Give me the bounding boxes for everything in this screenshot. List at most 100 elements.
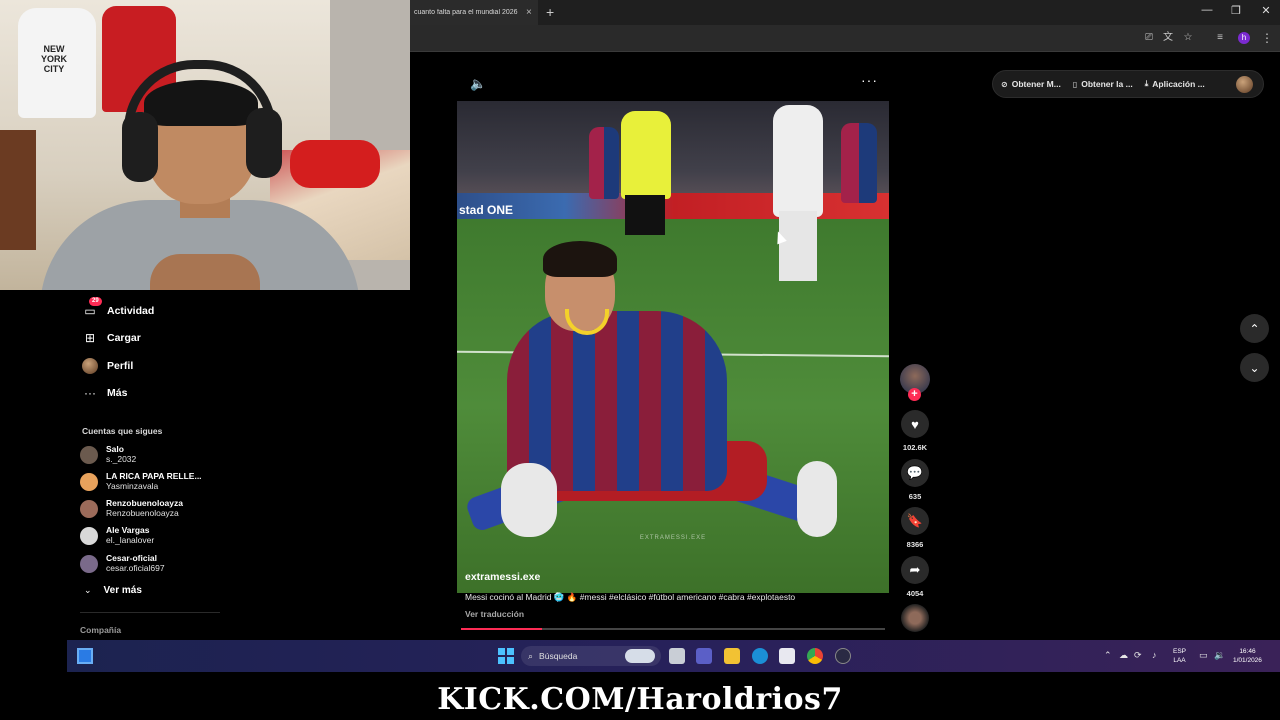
video-player[interactable]: stad ONE EXTRAMESSI.EXE extramessi.exe [457, 101, 889, 593]
user-avatar[interactable] [1236, 76, 1253, 93]
top-actions-bar: ⊘ Obtener M... ▯ Obtener la ... ⤓ Aplicació… [992, 70, 1264, 98]
lang-layout: LAA [1173, 657, 1186, 664]
get-coins-button[interactable]: ⊘ Obtener M... [1001, 79, 1061, 89]
weather-cloud-icon [625, 649, 655, 663]
following-account[interactable]: LA RICA PAPA RELLE... Yasminzavala [80, 471, 202, 492]
background-player [841, 123, 877, 203]
reading-list-icon[interactable]: ≡ [1214, 32, 1226, 44]
stream-banner: KICK.COM/Haroldrios7 [0, 672, 1280, 720]
referee [621, 111, 671, 199]
chevron-down-icon: ⌄ [84, 585, 92, 595]
sidebar-item-mas[interactable]: ··· Más [82, 383, 127, 403]
company-link[interactable]: Compañía [80, 625, 121, 635]
save-button[interactable]: 🔖 [901, 507, 929, 535]
windows-start-icon[interactable] [498, 648, 514, 664]
store-icon[interactable] [779, 648, 795, 664]
like-button[interactable]: ♥ [901, 410, 929, 438]
advertising-text: stad ONE [459, 203, 514, 217]
video-author[interactable]: extramessi.exe [465, 571, 540, 583]
download-icon: ⤓ [1144, 79, 1149, 88]
phone-icon: ▯ [1072, 79, 1078, 89]
pill-label: Obtener la ... [1081, 79, 1133, 89]
task-view-icon[interactable] [669, 648, 685, 664]
share-button[interactable]: ➦ [901, 556, 929, 584]
profile-avatar [82, 358, 98, 374]
previous-video-button[interactable]: ⌃ [1240, 314, 1269, 343]
following-account[interactable]: Salo s._2032 [80, 444, 136, 465]
desktop-app-button[interactable]: ⤓ Aplicación ... [1145, 79, 1205, 89]
upload-icon: ⊞ [84, 331, 96, 345]
cast-icon[interactable]: ⎚ [1143, 32, 1155, 44]
window-minimize-button[interactable]: — [1199, 4, 1215, 16]
edge-icon[interactable] [752, 648, 768, 664]
music-disc-icon[interactable] [901, 604, 929, 632]
sync-icon[interactable]: ⟳ [1134, 650, 1142, 661]
sidebar-item-cargar[interactable]: ⊞ Cargar [82, 328, 141, 348]
translate-icon[interactable]: 文 [1162, 32, 1174, 44]
more-options-icon[interactable]: ··· [861, 72, 878, 88]
bookmark-icon: 🔖 [906, 513, 924, 528]
video-progress-bar[interactable] [461, 628, 885, 630]
chrome-icon[interactable] [807, 648, 823, 664]
new-tab-button[interactable]: + [546, 4, 554, 20]
notification-badge: 29 [89, 297, 102, 306]
following-account[interactable]: Renzobuenoloayza Renzobuenoloayza [80, 498, 183, 519]
headphone-right [246, 108, 282, 178]
window-restore-button[interactable]: ❐ [1228, 4, 1244, 17]
sidebar-item-perfil[interactable]: Perfil [82, 356, 133, 376]
taskbar-clock[interactable]: 16:46 1/01/2026 [1233, 647, 1262, 665]
account-name: Cesar-oficial [106, 553, 158, 563]
see-translation-link[interactable]: Ver traducción [465, 609, 524, 619]
account-handle: cesar.oficial697 [106, 563, 165, 573]
teams-icon[interactable] [696, 648, 712, 664]
webcam-red-bag [290, 140, 380, 188]
network-icon[interactable]: ▭ [1199, 650, 1208, 661]
hoodie-print: NEW YORK CITY [40, 44, 67, 74]
volume-icon[interactable]: 🔈 [470, 76, 486, 92]
app-icon[interactable] [835, 648, 851, 664]
referee-shorts [625, 195, 665, 235]
following-account[interactable]: Ale Vargas el._lanalover [80, 525, 154, 546]
account-avatar [80, 526, 98, 545]
account-handle: Renzobuenoloayza [106, 508, 179, 518]
following-account[interactable]: Cesar-oficial cesar.oficial697 [80, 553, 165, 574]
browser-menu-icon[interactable]: ⋮ [1261, 31, 1273, 45]
bookmark-star-icon[interactable]: ☆ [1182, 32, 1194, 44]
account-handle: Yasminzavala [106, 481, 159, 491]
player-boot-left [501, 463, 557, 537]
microphone-icon[interactable]: ♪ [1152, 650, 1157, 660]
language-indicator[interactable]: ESP LAA [1173, 647, 1186, 665]
browser-tabstrip: cuanto falta para el mundial 2026 × + [410, 0, 1280, 25]
pill-label: Obtener M... [1011, 79, 1061, 89]
sidebar-item-label: Más [107, 387, 128, 399]
sidebar-item-label: Actividad [107, 305, 155, 317]
next-video-button[interactable]: ⌄ [1240, 353, 1269, 382]
comment-button[interactable]: 💬 [901, 459, 929, 487]
sidebar-item-label: Perfil [107, 360, 134, 372]
speaker-icon[interactable]: 🔉 [1214, 650, 1225, 661]
like-count: 102.6K [902, 443, 928, 452]
webcam-chair [0, 130, 36, 250]
account-handle: s._2032 [106, 454, 137, 464]
file-explorer-icon[interactable] [724, 648, 740, 664]
tab-close-icon[interactable]: × [526, 7, 532, 18]
follow-plus-icon[interactable]: + [908, 388, 921, 401]
see-more-button[interactable]: ⌄ Ver más [84, 585, 142, 596]
onedrive-cloud-icon[interactable]: ☁ [1119, 650, 1128, 661]
account-name: Salo [106, 444, 124, 454]
player-hair [543, 241, 617, 277]
tray-chevron-up-icon[interactable]: ⌃ [1104, 650, 1112, 661]
browser-profile-avatar[interactable]: h [1238, 32, 1250, 44]
sidebar-item-label: Cargar [107, 332, 141, 344]
sidebar-item-actividad[interactable]: ▭ 29 Actividad [82, 297, 155, 321]
taskbar-search[interactable]: ⌕ Búsqueda [521, 646, 661, 666]
share-arrow-icon: ➦ [909, 562, 921, 577]
streamer-hair [144, 80, 258, 126]
account-handle: el._lanalover [106, 535, 155, 545]
browser-tab[interactable]: cuanto falta para el mundial 2026 × [410, 0, 538, 25]
following-section-title: Cuentas que sigues [82, 426, 163, 436]
get-app-button[interactable]: ▯ Obtener la ... [1073, 79, 1133, 89]
save-count: 8366 [906, 540, 924, 549]
window-close-button[interactable]: ✕ [1258, 4, 1274, 17]
widgets-icon[interactable] [77, 648, 93, 664]
